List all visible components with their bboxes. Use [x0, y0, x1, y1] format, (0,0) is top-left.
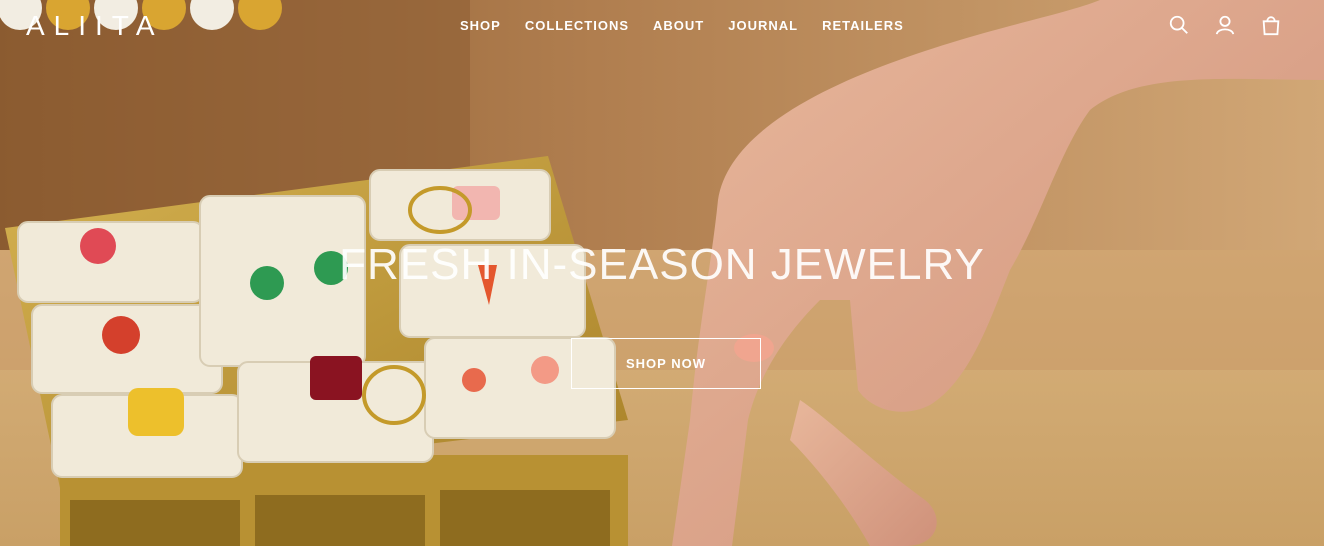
main-nav: SHOP COLLECTIONS ABOUT JOURNAL RETAILERS: [460, 18, 904, 33]
hero-headline: FRESH IN-SEASON JEWELRY: [339, 240, 985, 289]
shop-now-button[interactable]: SHOP NOW: [571, 338, 761, 389]
search-icon[interactable]: [1168, 14, 1192, 38]
brand-logo[interactable]: ALIITA: [26, 10, 164, 42]
nav-item-collections[interactable]: COLLECTIONS: [525, 18, 629, 33]
nav-item-about[interactable]: ABOUT: [653, 18, 704, 33]
site-header: ALIITA SHOP COLLECTIONS ABOUT JOURNAL RE…: [0, 0, 1324, 52]
nav-item-retailers[interactable]: RETAILERS: [822, 18, 904, 33]
nav-item-shop[interactable]: SHOP: [460, 18, 501, 33]
nav-item-journal[interactable]: JOURNAL: [728, 18, 798, 33]
account-icon[interactable]: [1214, 14, 1238, 38]
header-icons: [1168, 14, 1284, 38]
cart-icon[interactable]: [1260, 14, 1284, 38]
